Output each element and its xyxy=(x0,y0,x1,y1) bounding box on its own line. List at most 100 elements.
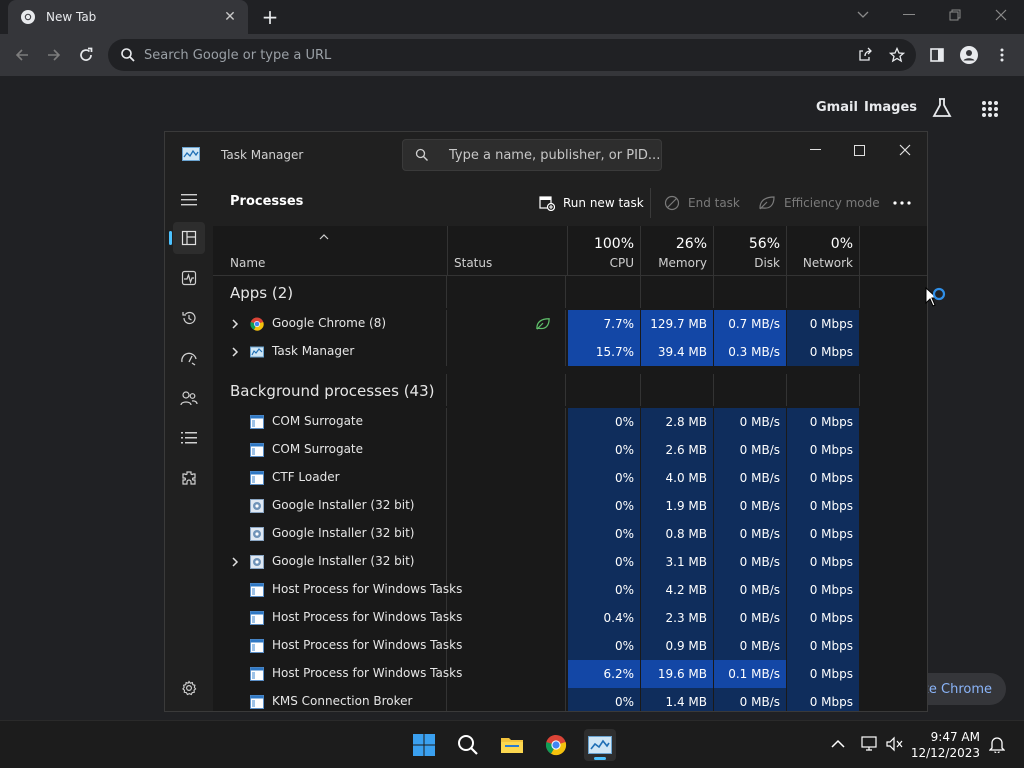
tab-new-tab[interactable]: New Tab ✕ xyxy=(8,0,248,34)
gmail-link[interactable]: Gmail xyxy=(816,100,858,115)
expand-chevron-icon[interactable] xyxy=(229,555,241,569)
nav-performance[interactable] xyxy=(173,262,205,294)
process-name: COM Surrogate xyxy=(272,414,364,428)
profile-icon xyxy=(960,46,978,64)
nav-processes[interactable] xyxy=(169,222,205,254)
efficiency-leaf-icon xyxy=(536,318,550,330)
more-options-button[interactable] xyxy=(893,192,919,214)
table-row[interactable]: Host Process for Windows Tasks 0% 0.9 MB 0 … xyxy=(213,632,927,660)
expand-chevron-icon[interactable] xyxy=(229,345,241,359)
installer-icon xyxy=(250,555,264,569)
process-name-cell: KMS Connection Broker xyxy=(213,688,447,711)
table-row[interactable]: Host Process for Windows Tasks 0% 4.2 MB 0 … xyxy=(213,576,927,604)
process-search-input[interactable]: Type a name, publisher, or PID... xyxy=(402,139,662,171)
table-row[interactable]: Google Installer (32 bit) 0% 3.1 MB 0 MB/s 0… xyxy=(213,548,927,576)
processes-page: Processes Run new task End task Efficien… xyxy=(213,180,927,711)
column-memory[interactable]: 26% Memory xyxy=(641,226,714,276)
nav-settings[interactable] xyxy=(173,672,205,704)
nav-users[interactable] xyxy=(173,382,205,414)
column-name[interactable]: Name xyxy=(213,226,448,276)
file-explorer-button[interactable] xyxy=(496,729,528,761)
column-cpu[interactable]: 100% CPU xyxy=(568,226,641,276)
side-panel-button[interactable] xyxy=(924,42,950,68)
end-task-button[interactable]: End task xyxy=(664,192,740,214)
table-row[interactable]: Host Process for Windows Tasks 0.4% 2.3 MB… xyxy=(213,604,927,632)
tab-search-icon[interactable] xyxy=(840,0,886,30)
table-row[interactable]: Google Installer (32 bit) 0% 0.8 MB 0 MB/s 0… xyxy=(213,520,927,548)
network-monitor-icon[interactable] xyxy=(861,736,879,752)
table-row[interactable]: Task Manager 15.7% 39.4 MB 0.3 MB/s 0 Mbps xyxy=(213,338,927,366)
users-icon xyxy=(180,391,198,406)
network-cell: 0 Mbps xyxy=(787,492,860,520)
apps-grid-icon[interactable] xyxy=(981,100,999,118)
chrome-taskbar-button[interactable] xyxy=(540,729,572,761)
folder-icon xyxy=(501,738,523,753)
network-total: 0% xyxy=(830,236,853,252)
new-tab-button[interactable]: + xyxy=(258,6,282,28)
menu-button[interactable] xyxy=(989,42,1015,68)
table-row[interactable]: Google Chrome (8) 7.7% 129.7 MB 0.7 MB/s 0 M… xyxy=(213,310,927,338)
back-button[interactable] xyxy=(9,42,35,68)
window-process-icon xyxy=(250,695,264,709)
table-row[interactable]: Host Process for Windows Tasks 6.2% 19.6 M… xyxy=(213,660,927,688)
group-header[interactable]: Apps (2) xyxy=(213,276,927,308)
status-cell xyxy=(447,576,566,604)
omnibox[interactable]: Search Google or type a URL xyxy=(108,39,916,71)
disk-cell: 0 MB/s xyxy=(714,464,787,492)
restore-button[interactable] xyxy=(932,0,978,30)
images-link[interactable]: Images xyxy=(864,100,917,115)
notification-bell-icon[interactable] xyxy=(989,735,1005,753)
minimize-button[interactable] xyxy=(886,0,932,30)
tm-minimize-button[interactable] xyxy=(792,136,838,164)
forward-button[interactable] xyxy=(41,42,67,68)
reload-button[interactable] xyxy=(73,42,99,68)
profile-button[interactable] xyxy=(956,42,982,68)
table-row[interactable]: KMS Connection Broker 0% 1.4 MB 0 MB/s 0 Mbp… xyxy=(213,688,927,711)
volume-muted-icon[interactable] xyxy=(886,736,904,752)
column-disk[interactable]: 56% Disk xyxy=(714,226,787,276)
start-button[interactable] xyxy=(408,729,440,761)
task-manager-titlebar: Task Manager Type a name, publisher, or … xyxy=(165,132,927,180)
end-task-label: End task xyxy=(688,196,740,210)
history-icon xyxy=(182,311,196,325)
close-tab-icon[interactable]: ✕ xyxy=(220,7,240,27)
task-manager-window: Task Manager Type a name, publisher, or … xyxy=(164,131,928,712)
chrome-icon xyxy=(21,10,35,24)
busy-cursor-icon xyxy=(925,287,946,307)
tm-maximize-button[interactable] xyxy=(836,136,882,164)
task-manager-icon xyxy=(250,346,264,358)
column-network[interactable]: 0% Network xyxy=(787,226,860,276)
side-panel-icon xyxy=(930,48,944,62)
status-cell xyxy=(447,604,566,632)
column-status[interactable]: Status xyxy=(448,226,568,276)
window-process-icon xyxy=(250,611,264,625)
system-clock[interactable]: 9:47 AM 12/12/2023 xyxy=(911,729,980,761)
table-row[interactable]: COM Surrogate 0% 2.6 MB 0 MB/s 0 Mbps xyxy=(213,436,927,464)
labs-flask-icon[interactable] xyxy=(931,97,953,119)
table-row[interactable]: CTF Loader 0% 4.0 MB 0 MB/s 0 Mbps xyxy=(213,464,927,492)
close-window-button[interactable] xyxy=(978,0,1024,30)
memory-cell: 39.4 MB xyxy=(641,338,714,366)
efficiency-mode-button[interactable]: Efficiency mode xyxy=(758,192,880,214)
table-row[interactable]: COM Surrogate 0% 2.8 MB 0 MB/s 0 Mbps xyxy=(213,408,927,436)
tm-close-button[interactable] xyxy=(882,136,927,164)
table-row[interactable]: Google Installer (32 bit) 0% 1.9 MB 0 MB/s 0… xyxy=(213,492,927,520)
nav-services[interactable] xyxy=(173,462,205,494)
window-process-icon xyxy=(250,443,264,457)
run-new-task-button[interactable]: Run new task xyxy=(539,192,644,214)
expand-chevron-icon[interactable] xyxy=(229,317,241,331)
share-icon[interactable] xyxy=(852,42,878,68)
hamburger-menu-button[interactable] xyxy=(173,184,205,216)
task-manager-taskbar-button[interactable] xyxy=(584,729,616,761)
nav-app-history[interactable] xyxy=(173,302,205,334)
leaf-icon xyxy=(759,196,775,210)
taskbar-search-button[interactable] xyxy=(452,729,484,761)
bookmark-star-icon[interactable] xyxy=(884,42,910,68)
chevron-up-icon[interactable] xyxy=(831,739,845,748)
nav-startup-apps[interactable] xyxy=(173,342,205,374)
nav-details[interactable] xyxy=(173,422,205,454)
group-header[interactable]: Background processes (43) xyxy=(213,374,927,406)
disk-cell: 0 MB/s xyxy=(714,408,787,436)
memory-cell: 2.8 MB xyxy=(641,408,714,436)
process-name: Host Process for Windows Tasks xyxy=(272,610,463,624)
